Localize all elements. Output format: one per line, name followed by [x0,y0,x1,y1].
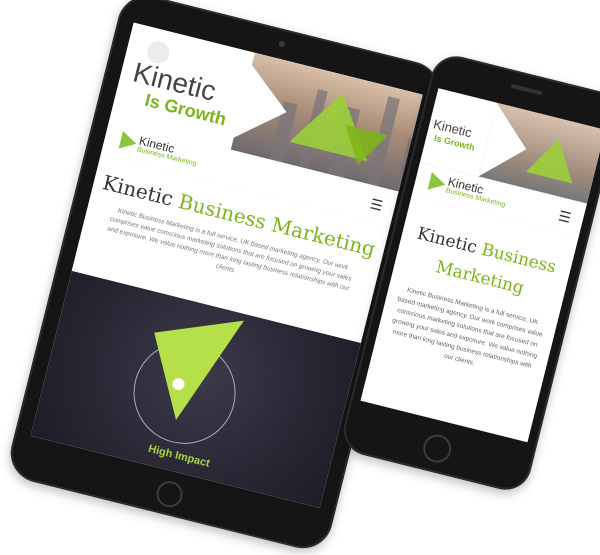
phone-hero-triangle-green [525,133,583,184]
menu-icon[interactable]: ☰ [557,207,573,227]
phone-content: Kinetic Business Marketing Kinetic Busin… [360,194,579,443]
logo-triangle-icon [427,172,448,194]
phone-speaker [510,83,543,96]
tablet-frame: Kinetic Is Growth Kinetic Business Marke… [4,0,446,555]
tablet-home-button[interactable] [153,478,186,510]
phone-home-button[interactable] [420,431,455,466]
logo-triangle-icon [118,131,139,153]
tablet-device: Kinetic Is Growth Kinetic Business Marke… [4,0,446,555]
menu-icon[interactable]: ☰ [368,195,384,215]
tablet-camera [278,40,286,48]
phone-heading-plain: Kinetic [415,223,485,260]
